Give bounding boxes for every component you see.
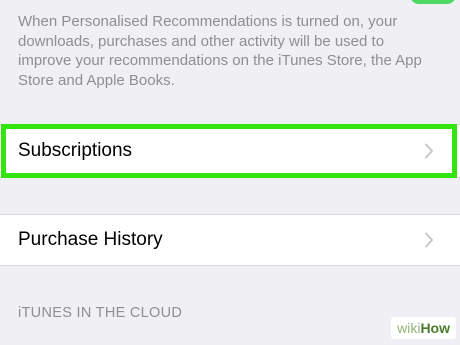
recommendations-footer-note: When Personalised Recommendations is tur… bbox=[18, 13, 422, 89]
chevron-right-icon bbox=[414, 136, 444, 166]
settings-screen: When Personalised Recommendations is tur… bbox=[0, 0, 460, 345]
subscriptions-row[interactable]: Subscriptions bbox=[0, 124, 460, 178]
wikihow-watermark: wikiHow bbox=[391, 317, 456, 339]
purchase-history-label: Purchase History bbox=[18, 229, 163, 250]
personalised-recommendations-toggle[interactable] bbox=[410, 0, 456, 4]
watermark-part1: wiki bbox=[397, 320, 421, 336]
chevron-right-icon bbox=[414, 225, 444, 255]
watermark-part2: How bbox=[420, 320, 450, 336]
purchase-history-row[interactable]: Purchase History bbox=[0, 214, 460, 266]
itunes-in-the-cloud-header: iTUNES IN THE CLOUD bbox=[18, 305, 183, 321]
subscriptions-label: Subscriptions bbox=[18, 140, 133, 161]
